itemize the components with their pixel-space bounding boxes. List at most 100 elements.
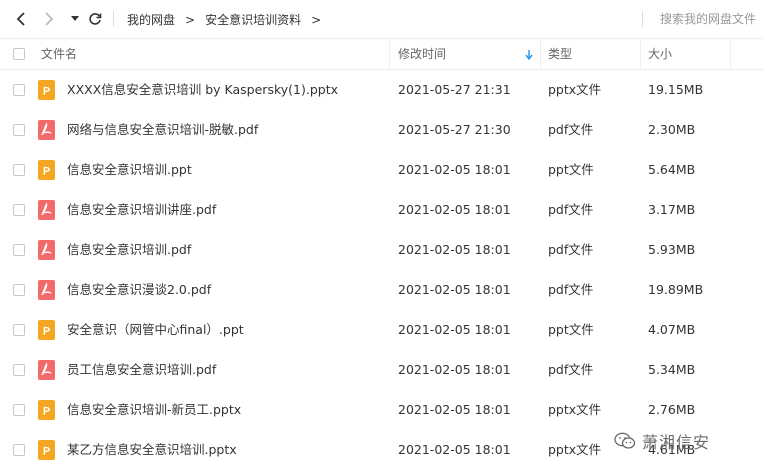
file-size: 5.34MB xyxy=(648,362,696,377)
file-modified: 2021-02-05 18:01 xyxy=(398,442,511,457)
file-type: pptx文件 xyxy=(548,402,602,417)
row-checkbox[interactable] xyxy=(13,204,25,216)
pdf-icon xyxy=(38,120,55,140)
file-name[interactable]: 信息安全意识培训-新员工.pptx xyxy=(67,390,241,430)
row-checkbox[interactable] xyxy=(13,164,25,176)
pptx-icon: P xyxy=(38,320,55,340)
file-size: 2.76MB xyxy=(648,402,696,417)
refresh-button[interactable] xyxy=(84,8,106,30)
file-row[interactable]: 网络与信息安全意识培训-脱敏.pdf 2021-05-27 21:30 pdf文… xyxy=(0,110,764,150)
file-type: pptx文件 xyxy=(548,82,602,97)
column-divider xyxy=(389,39,390,69)
row-checkbox[interactable] xyxy=(13,84,25,96)
svg-text:P: P xyxy=(43,326,50,338)
search-box[interactable] xyxy=(640,10,764,28)
svg-text:P: P xyxy=(43,446,50,458)
svg-text:P: P xyxy=(43,166,50,178)
column-header-modified[interactable]: 修改时间 xyxy=(398,39,446,69)
refresh-icon xyxy=(89,13,102,25)
file-type: pptx文件 xyxy=(548,442,602,457)
search-input[interactable] xyxy=(640,12,764,26)
file-list-header: 文件名 修改时间 类型 大小 xyxy=(0,38,764,70)
pptx-icon: P xyxy=(38,400,55,420)
file-name[interactable]: 员工信息安全意识培训.pdf xyxy=(67,350,216,390)
file-name[interactable]: 某乙方信息安全意识培训.pptx xyxy=(67,430,237,470)
toolbar: 我的网盘 > 安全意识培训资料 > xyxy=(0,0,764,38)
pdf-icon xyxy=(38,200,55,220)
breadcrumb-item-current-folder[interactable]: 安全意识培训资料 xyxy=(205,11,301,28)
file-row[interactable]: 信息安全意识培训讲座.pdf 2021-02-05 18:01 pdf文件 3.… xyxy=(0,190,764,230)
file-type: ppt文件 xyxy=(548,162,594,177)
file-size: 5.93MB xyxy=(648,242,696,257)
file-modified: 2021-05-27 21:31 xyxy=(398,82,511,97)
file-name[interactable]: 信息安全意识培训.ppt xyxy=(67,150,192,190)
pptx-icon: P xyxy=(38,440,55,460)
column-divider xyxy=(540,39,541,69)
breadcrumb-item-my-drive[interactable]: 我的网盘 xyxy=(127,11,175,28)
file-row[interactable]: P 信息安全意识培训.ppt 2021-02-05 18:01 ppt文件 5.… xyxy=(0,150,764,190)
breadcrumb: 我的网盘 > 安全意识培训资料 > xyxy=(127,11,331,28)
file-name[interactable]: XXXX信息安全意识培训 by Kaspersky(1).pptx xyxy=(67,70,338,110)
file-size: 19.89MB xyxy=(648,282,704,297)
column-header-name[interactable]: 文件名 xyxy=(41,39,77,69)
file-modified: 2021-02-05 18:01 xyxy=(398,242,511,257)
watermark: 萧湘信安 xyxy=(614,428,710,454)
file-name[interactable]: 网络与信息安全意识培训-脱敏.pdf xyxy=(67,110,258,150)
file-row[interactable]: 信息安全意识培训.pdf 2021-02-05 18:01 pdf文件 5.93… xyxy=(0,230,764,270)
file-type: pdf文件 xyxy=(548,242,594,257)
row-checkbox[interactable] xyxy=(13,244,25,256)
breadcrumb-separator: > xyxy=(311,12,322,27)
file-name[interactable]: 信息安全意识培训.pdf xyxy=(67,230,191,270)
svg-text:P: P xyxy=(43,86,50,98)
file-modified: 2021-02-05 18:01 xyxy=(398,282,511,297)
sort-descending-icon[interactable] xyxy=(525,50,533,60)
row-checkbox[interactable] xyxy=(13,444,25,456)
forward-button[interactable] xyxy=(38,8,60,30)
file-row[interactable]: P XXXX信息安全意识培训 by Kaspersky(1).pptx 2021… xyxy=(0,70,764,110)
column-divider xyxy=(640,39,641,69)
svg-text:P: P xyxy=(43,406,50,418)
file-type: ppt文件 xyxy=(548,322,594,337)
pptx-icon: P xyxy=(38,80,55,100)
row-checkbox[interactable] xyxy=(13,364,25,376)
file-type: pdf文件 xyxy=(548,202,594,217)
file-modified: 2021-02-05 18:01 xyxy=(398,362,511,377)
file-size: 3.17MB xyxy=(648,202,696,217)
chevron-left-icon xyxy=(16,12,25,26)
column-header-size[interactable]: 大小 xyxy=(648,39,672,69)
file-row[interactable]: 信息安全意识漫谈2.0.pdf 2021-02-05 18:01 pdf文件 1… xyxy=(0,270,764,310)
pptx-icon: P xyxy=(38,160,55,180)
file-size: 19.15MB xyxy=(648,82,704,97)
row-checkbox[interactable] xyxy=(13,404,25,416)
file-modified: 2021-02-05 18:01 xyxy=(398,202,511,217)
select-all-checkbox[interactable] xyxy=(13,48,25,60)
history-dropdown-button[interactable] xyxy=(64,8,86,30)
breadcrumb-separator: > xyxy=(185,12,196,27)
row-checkbox[interactable] xyxy=(13,324,25,336)
pdf-icon xyxy=(38,360,55,380)
file-row[interactable]: P 信息安全意识培训-新员工.pptx 2021-02-05 18:01 ppt… xyxy=(0,390,764,430)
file-type: pdf文件 xyxy=(548,362,594,377)
wechat-icon xyxy=(614,432,636,449)
toolbar-divider xyxy=(113,11,114,27)
caret-down-icon xyxy=(71,16,79,21)
pdf-icon xyxy=(38,280,55,300)
file-modified: 2021-02-05 18:01 xyxy=(398,162,511,177)
file-modified: 2021-02-05 18:01 xyxy=(398,322,511,337)
file-modified: 2021-02-05 18:01 xyxy=(398,402,511,417)
file-name[interactable]: 安全意识（网管中心final）.ppt xyxy=(67,310,244,350)
chevron-right-icon xyxy=(45,12,54,26)
row-checkbox[interactable] xyxy=(13,124,25,136)
file-row[interactable]: P 安全意识（网管中心final）.ppt 2021-02-05 18:01 p… xyxy=(0,310,764,350)
file-type: pdf文件 xyxy=(548,282,594,297)
column-header-type[interactable]: 类型 xyxy=(548,39,572,69)
pdf-icon xyxy=(38,240,55,260)
file-name[interactable]: 信息安全意识培训讲座.pdf xyxy=(67,190,216,230)
back-button[interactable] xyxy=(10,8,32,30)
file-modified: 2021-05-27 21:30 xyxy=(398,122,511,137)
watermark-text: 萧湘信安 xyxy=(642,433,711,452)
row-checkbox[interactable] xyxy=(13,284,25,296)
file-row[interactable]: 员工信息安全意识培训.pdf 2021-02-05 18:01 pdf文件 5.… xyxy=(0,350,764,390)
file-name[interactable]: 信息安全意识漫谈2.0.pdf xyxy=(67,270,211,310)
file-size: 5.64MB xyxy=(648,162,696,177)
